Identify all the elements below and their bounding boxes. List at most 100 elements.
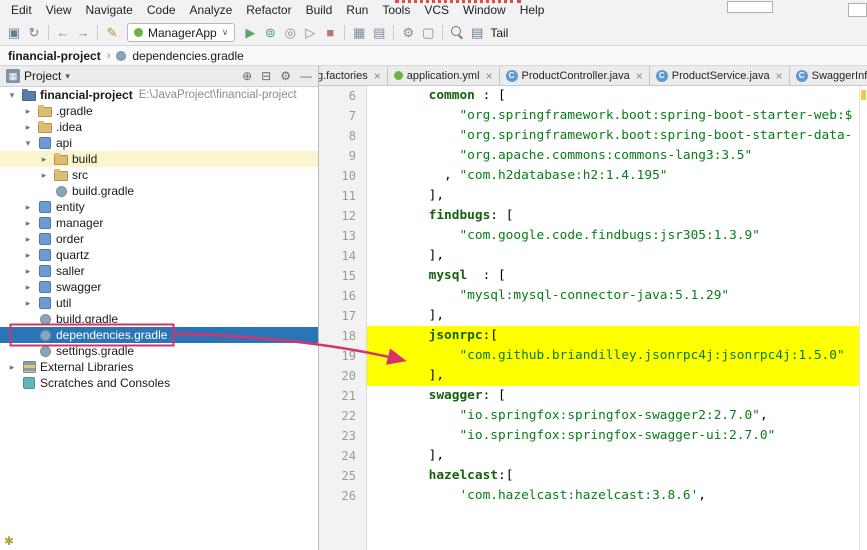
code-line-15[interactable]: mysql : [ xyxy=(367,266,859,286)
forward-icon[interactable]: → xyxy=(73,23,93,43)
tree-arrow-icon[interactable]: ▸ xyxy=(20,202,36,213)
tree-arrow-icon[interactable]: ▾ xyxy=(20,138,36,149)
tree-item-quartz[interactable]: ▸quartz xyxy=(0,247,318,263)
code-line-20[interactable]: ], xyxy=(367,366,859,386)
list-icon[interactable]: ▤ xyxy=(369,23,389,43)
tree-item-build-gradle[interactable]: build.gradle xyxy=(0,311,318,327)
code-line-17[interactable]: ], xyxy=(367,306,859,326)
code-line-14[interactable]: ], xyxy=(367,246,859,266)
tab-application-yml[interactable]: application.yml× xyxy=(388,66,500,85)
tree-arrow-icon[interactable]: ▾ xyxy=(4,90,20,101)
code-editor[interactable]: common : [ "org.springframework.boot:spr… xyxy=(367,86,859,550)
menu-item-tools[interactable]: Tools xyxy=(375,3,417,17)
code-line-10[interactable]: , "com.h2database:h2:1.4.195" xyxy=(367,166,859,186)
tree-item-manager[interactable]: ▸manager xyxy=(0,215,318,231)
tree-item-util[interactable]: ▸util xyxy=(0,295,318,311)
tree-item-scratches-and-consoles[interactable]: Scratches and Consoles xyxy=(0,375,318,391)
tree-item-src[interactable]: ▸src xyxy=(0,167,318,183)
code-line-25[interactable]: hazelcast:[ xyxy=(367,466,859,486)
search-icon[interactable] xyxy=(447,23,467,43)
tree-item--idea[interactable]: ▸.idea xyxy=(0,119,318,135)
locate-icon[interactable]: ⊕ xyxy=(242,69,252,83)
code-line-23[interactable]: "io.springfox:springfox-swagger-ui:2.7.0… xyxy=(367,426,859,446)
hide-panel-icon[interactable]: — xyxy=(300,69,312,83)
debug-icon[interactable]: ⊚ xyxy=(260,23,280,43)
tab-g-factories[interactable]: g.factories× xyxy=(319,66,388,85)
settings-icon[interactable]: ⚙ xyxy=(280,69,291,83)
tree-arrow-icon[interactable]: ▸ xyxy=(20,298,36,309)
tree-item-swagger[interactable]: ▸swagger xyxy=(0,279,318,295)
tree-item-entity[interactable]: ▸entity xyxy=(0,199,318,215)
tree-arrow-icon[interactable]: ▸ xyxy=(20,234,36,245)
tab-close-icon[interactable]: × xyxy=(636,69,643,83)
code-line-16[interactable]: "mysql:mysql-connector-java:5.1.29" xyxy=(367,286,859,306)
tree-item-external-libraries[interactable]: ▸External Libraries xyxy=(0,359,318,375)
tree-item-build[interactable]: ▸build xyxy=(0,151,318,167)
tree-item-build-gradle[interactable]: build.gradle xyxy=(0,183,318,199)
menu-item-refactor[interactable]: Refactor xyxy=(239,3,298,17)
settings-gear-icon[interactable]: ⚙ xyxy=(398,23,418,43)
tab-swaggerinfo-java[interactable]: CSwaggerInfo.java× xyxy=(790,66,867,85)
monitor-icon[interactable]: ▢ xyxy=(418,23,438,43)
tree-arrow-icon[interactable]: ▸ xyxy=(20,106,36,117)
tree-arrow-icon[interactable]: ▸ xyxy=(20,122,36,133)
tree-arrow-icon[interactable]: ▸ xyxy=(20,218,36,229)
profiler-icon[interactable]: ▷ xyxy=(300,23,320,43)
menu-item-help[interactable]: Help xyxy=(513,3,552,17)
tab-productcontroller-java[interactable]: CProductController.java× xyxy=(500,66,650,85)
code-line-7[interactable]: "org.springframework.boot:spring-boot-st… xyxy=(367,106,859,126)
tree-item-dependencies-gradle[interactable]: dependencies.gradle xyxy=(0,327,318,343)
menu-item-view[interactable]: View xyxy=(39,3,79,17)
tail-label[interactable]: Tail xyxy=(490,26,508,40)
code-line-6[interactable]: common : [ xyxy=(367,86,859,106)
coverage-icon[interactable]: ◎ xyxy=(280,23,300,43)
editor-gutter[interactable]: 67891011121314151617181920212223242526 xyxy=(319,86,367,550)
collapse-all-icon[interactable]: ⊟ xyxy=(261,69,271,83)
tree-arrow-icon[interactable]: ▸ xyxy=(4,362,20,373)
tree-arrow-icon[interactable]: ▸ xyxy=(20,250,36,261)
tree-item--gradle[interactable]: ▸.gradle xyxy=(0,103,318,119)
code-line-24[interactable]: ], xyxy=(367,446,859,466)
code-line-9[interactable]: "org.apache.commons:commons-lang3:3.5" xyxy=(367,146,859,166)
menu-item-run[interactable]: Run xyxy=(339,3,375,17)
save-icon[interactable]: ▣ xyxy=(4,23,24,43)
tree-arrow-icon[interactable]: ▸ xyxy=(20,266,36,277)
document-icon[interactable]: ▤ xyxy=(467,23,487,43)
tree-arrow-icon[interactable]: ▸ xyxy=(20,282,36,293)
back-icon[interactable]: ← xyxy=(53,23,73,43)
tab-close-icon[interactable]: × xyxy=(374,69,381,83)
tab-productservice-java[interactable]: CProductService.java× xyxy=(650,66,790,85)
code-line-18[interactable]: jsonrpc:[ xyxy=(367,326,859,346)
code-line-26[interactable]: 'com.hazelcast:hazelcast:3.8.6', xyxy=(367,486,859,506)
menu-item-window[interactable]: Window xyxy=(456,3,513,17)
editor-scrollbar[interactable] xyxy=(859,86,867,550)
menu-item-analyze[interactable]: Analyze xyxy=(183,3,240,17)
chevron-down-icon[interactable]: ▾ xyxy=(65,71,70,82)
tab-close-icon[interactable]: × xyxy=(486,69,493,83)
code-line-21[interactable]: swagger: [ xyxy=(367,386,859,406)
code-line-19[interactable]: "com.github.briandilley.jsonrpc4j:jsonrp… xyxy=(367,346,859,366)
sync-icon[interactable]: ↻ xyxy=(24,23,44,43)
tree-item-order[interactable]: ▸order xyxy=(0,231,318,247)
tab-close-icon[interactable]: × xyxy=(776,69,783,83)
breadcrumb-project[interactable]: financial-project xyxy=(8,49,101,63)
run-config-select[interactable]: ManagerApp∨ xyxy=(127,23,235,42)
tree-item-financial-project[interactable]: ▾financial-project E:\JavaProject\financ… xyxy=(0,87,318,103)
edit-config-icon[interactable]: ✎ xyxy=(102,23,122,43)
menu-item-edit[interactable]: Edit xyxy=(4,3,39,17)
grid-icon[interactable]: ▦ xyxy=(349,23,369,43)
code-line-13[interactable]: "com.google.code.findbugs:jsr305:1.3.9" xyxy=(367,226,859,246)
code-line-11[interactable]: ], xyxy=(367,186,859,206)
tree-item-api[interactable]: ▾api xyxy=(0,135,318,151)
tree-arrow-icon[interactable]: ▸ xyxy=(36,154,52,165)
breadcrumb-file[interactable]: dependencies.gradle xyxy=(132,49,243,63)
code-line-12[interactable]: findbugs: [ xyxy=(367,206,859,226)
tree-arrow-icon[interactable]: ▸ xyxy=(36,170,52,181)
tree-item-saller[interactable]: ▸saller xyxy=(0,263,318,279)
menu-item-build[interactable]: Build xyxy=(299,3,340,17)
project-panel-title[interactable]: Project xyxy=(24,69,61,83)
menu-item-vcs[interactable]: VCS xyxy=(417,3,456,17)
tree-item-settings-gradle[interactable]: settings.gradle xyxy=(0,343,318,359)
code-line-8[interactable]: "org.springframework.boot:spring-boot-st… xyxy=(367,126,859,146)
menu-item-code[interactable]: Code xyxy=(140,3,183,17)
